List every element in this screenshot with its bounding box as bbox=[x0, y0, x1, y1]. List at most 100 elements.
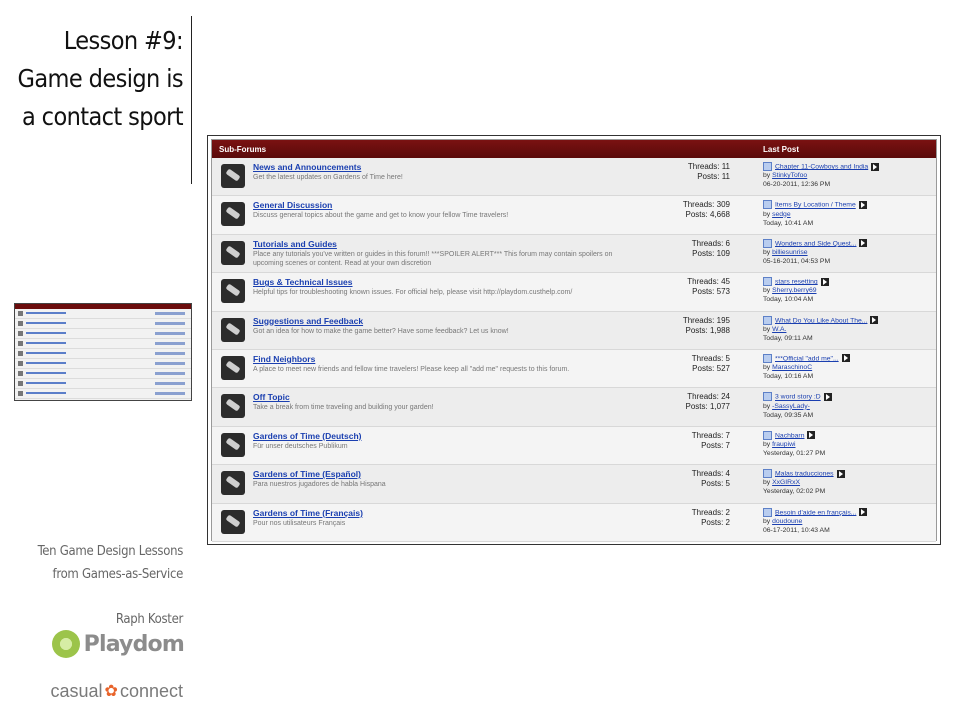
forum-name-link[interactable]: Suggestions and Feedback bbox=[253, 316, 363, 326]
go-to-post-icon[interactable] bbox=[836, 469, 845, 478]
forum-description: A place to meet new friends and fellow t… bbox=[253, 365, 570, 373]
forum-folder-icon bbox=[221, 279, 245, 304]
last-post-title-link[interactable]: Nachbarn bbox=[775, 432, 804, 439]
forum-name-link[interactable]: Tutorials and Guides bbox=[253, 239, 337, 249]
forum-name-link[interactable]: Gardens of Time (Français) bbox=[253, 508, 363, 518]
last-post-author-line: by doudoune bbox=[763, 517, 933, 526]
last-post-title-line: 3 word story :D bbox=[763, 392, 933, 402]
last-post-user-link[interactable]: Sherry.berry69 bbox=[772, 287, 816, 294]
forum-row[interactable]: Gardens of Time (Español) Para nuestros … bbox=[212, 465, 936, 504]
forum-name-link[interactable]: Off Topic bbox=[253, 392, 290, 402]
last-post-title-link[interactable]: What Do You Like About The... bbox=[775, 317, 867, 324]
last-post-title-link[interactable]: 3 word story :D bbox=[775, 394, 821, 401]
forum-name-link[interactable]: General Discussion bbox=[253, 200, 332, 210]
forum-row[interactable]: Tutorials and Guides Place any tutorials… bbox=[212, 234, 936, 274]
forum-name-link[interactable]: News and Announcements bbox=[253, 162, 361, 172]
last-post-time: Yesterday, 02:02 PM bbox=[763, 488, 826, 496]
last-post-author-line: by XxGIRxX bbox=[763, 478, 933, 487]
last-post-title-link[interactable]: Chapter 11-Cowboys and India bbox=[775, 163, 868, 170]
last-post-author-line: by fraupiwi bbox=[763, 440, 933, 449]
go-to-post-icon[interactable] bbox=[859, 239, 868, 248]
go-to-post-icon[interactable] bbox=[859, 508, 868, 517]
credit-line: from Games-as-Service bbox=[52, 567, 184, 582]
posts-value: 7 bbox=[725, 440, 730, 450]
go-to-post-icon[interactable] bbox=[807, 431, 816, 440]
forum-name-link[interactable]: Gardens of Time (Español) bbox=[253, 469, 361, 479]
last-post-user-link[interactable]: -SassyLady- bbox=[772, 403, 810, 410]
forum-stats: Threads: 2 Posts: 2 bbox=[692, 508, 730, 528]
forum-name-link[interactable]: Find Neighbors bbox=[253, 354, 315, 364]
forum-row[interactable]: Gardens of Time (Français) Pour nos util… bbox=[212, 503, 936, 542]
forum-row[interactable]: News and Announcements Get the latest up… bbox=[212, 158, 936, 197]
posts-label: Posts: bbox=[685, 402, 708, 412]
forum-row[interactable]: Find Neighbors A place to meet new frien… bbox=[212, 349, 936, 389]
last-post-title-link[interactable]: Items By Location / Theme bbox=[775, 202, 856, 209]
go-to-post-icon[interactable] bbox=[823, 392, 832, 401]
by-label: by bbox=[763, 517, 771, 525]
threads-value: 5 bbox=[725, 353, 730, 363]
go-to-post-icon[interactable] bbox=[858, 200, 867, 209]
go-to-post-icon[interactable] bbox=[820, 277, 829, 286]
last-post-user-link[interactable]: billiesunrise bbox=[772, 249, 808, 256]
thumbnail-row bbox=[15, 349, 191, 359]
casual-connect-text-right: connect bbox=[119, 680, 183, 701]
forum-row[interactable]: Suggestions and Feedback Got an idea for… bbox=[212, 311, 936, 350]
last-post-time: Today, 09:11 AM bbox=[763, 334, 813, 342]
posts-value: 109 bbox=[716, 248, 730, 258]
slide-title-line: Game design is bbox=[17, 64, 184, 93]
go-to-post-icon[interactable] bbox=[871, 162, 880, 171]
posts-label: Posts: bbox=[701, 440, 724, 450]
playdom-logo-text: Playdom bbox=[83, 631, 185, 657]
threads-label: Threads: bbox=[691, 507, 724, 517]
last-post-author-line: by MaraschinoC bbox=[763, 363, 933, 372]
post-icon bbox=[763, 162, 772, 171]
forum-folder-icon bbox=[221, 432, 245, 457]
last-post-title-line: stars resetting bbox=[763, 277, 933, 287]
threads-value: 45 bbox=[721, 277, 730, 287]
last-post-title-link[interactable]: Wonders and Side Quest... bbox=[775, 240, 856, 247]
thumbnail-row bbox=[15, 369, 191, 379]
last-post-user-link[interactable]: XxGIRxX bbox=[772, 479, 800, 486]
last-post-user-link[interactable]: fraupiwi bbox=[772, 441, 795, 448]
threads-label: Threads: bbox=[687, 392, 719, 402]
last-post-time: Today, 10:16 AM bbox=[763, 373, 814, 381]
title-divider bbox=[191, 16, 192, 184]
last-post-title-line: Besoin d'aide en français... bbox=[763, 507, 933, 517]
last-post: 3 word story :D by -SassyLady- Today, 09… bbox=[763, 392, 933, 419]
threads-value: 6 bbox=[725, 238, 730, 248]
forum-name-link[interactable]: Gardens of Time (Deutsch) bbox=[253, 431, 361, 441]
flower-icon: ✿ bbox=[104, 683, 118, 700]
last-post-user-link[interactable]: MaraschinoC bbox=[772, 364, 812, 371]
last-post-user-link[interactable]: sedge bbox=[772, 211, 791, 218]
by-label: by bbox=[763, 325, 771, 333]
last-post-title-link[interactable]: Malas traducciones bbox=[775, 470, 834, 477]
posts-label: Posts: bbox=[701, 479, 724, 489]
last-post-user-link[interactable]: W.A. bbox=[772, 326, 786, 333]
forum-stats: Threads: 195 Posts: 1,988 bbox=[683, 316, 730, 336]
last-post-user-link[interactable]: doudoune bbox=[772, 518, 802, 525]
last-post-title-link[interactable]: Besoin d'aide en français... bbox=[775, 509, 856, 516]
go-to-post-icon[interactable] bbox=[841, 354, 850, 363]
forum-row[interactable]: Bugs & Technical Issues Helpful tips for… bbox=[212, 273, 936, 312]
forum-row[interactable]: General Discussion Discuss general topic… bbox=[212, 196, 936, 235]
threads-label: Threads: bbox=[682, 200, 715, 210]
thumbnail-row bbox=[15, 309, 191, 319]
threads-label: Threads: bbox=[687, 277, 719, 287]
threads-label: Threads: bbox=[691, 469, 724, 479]
last-post-title-link[interactable]: ***Official "add me"... bbox=[775, 355, 839, 362]
forum-row[interactable]: Gardens of Time (Deutsch) Für unser deut… bbox=[212, 426, 936, 466]
last-post-title-link[interactable]: stars resetting bbox=[775, 278, 818, 285]
last-post-time: Today, 09:35 AM bbox=[763, 411, 814, 419]
slide-title: Lesson #9: Game design is a contact spor… bbox=[0, 22, 184, 136]
by-label: by bbox=[763, 172, 771, 180]
forum-folder-icon bbox=[221, 509, 245, 534]
forum-name-link[interactable]: Bugs & Technical Issues bbox=[253, 277, 353, 287]
last-post-time: Today, 10:41 AM bbox=[763, 219, 814, 227]
forum-folder-icon bbox=[221, 471, 245, 496]
last-post-user-link[interactable]: StinkyTofoo bbox=[772, 172, 807, 179]
threads-label: Threads: bbox=[691, 353, 724, 363]
forum-row[interactable]: Off Topic Take a break from time traveli… bbox=[212, 388, 936, 427]
go-to-post-icon[interactable] bbox=[870, 316, 879, 325]
posts-count: Posts: 1,077 bbox=[686, 402, 731, 412]
posts-count: Posts: 573 bbox=[687, 287, 730, 297]
